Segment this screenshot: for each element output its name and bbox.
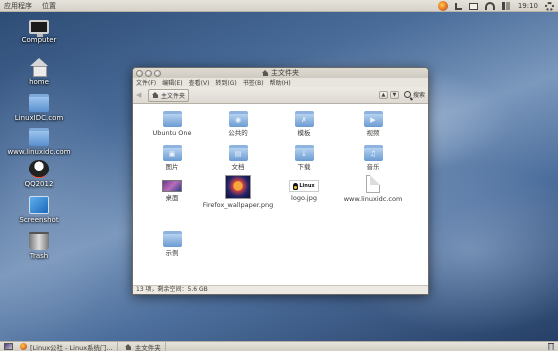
- breadcrumb-label: 主文件夹: [161, 92, 186, 100]
- window-titlebar[interactable]: 主文件夹: [133, 68, 428, 78]
- places-menu[interactable]: 位置: [42, 1, 56, 11]
- file-item[interactable]: 示例: [141, 231, 203, 257]
- status-bar: 13 项，剩余空间：5.6 GB: [133, 285, 428, 294]
- menu-help[interactable]: 帮助(H): [270, 78, 291, 87]
- desktop-icon-label: home: [29, 78, 49, 86]
- menu-edit[interactable]: 编辑(E): [162, 78, 182, 87]
- desktop-icon-label: Trash: [29, 252, 49, 260]
- nav-down-button[interactable]: ▼: [389, 90, 399, 99]
- desktop-icon-label: www.linuxidc.com: [7, 148, 71, 156]
- home-icon: [152, 92, 159, 98]
- file-item[interactable]: ♫ 音乐: [342, 145, 404, 171]
- desktop-image-icon: [162, 180, 182, 192]
- desktop-icon-label: QQ2012: [24, 180, 54, 188]
- qq-icon: [29, 160, 49, 178]
- menu-bookmarks[interactable]: 书签(B): [243, 78, 264, 87]
- home-folder-icon: [29, 58, 49, 77]
- system-tray: 19:10: [437, 0, 554, 12]
- templates-folder-icon: ✗: [294, 111, 314, 127]
- wifi-icon[interactable]: [484, 2, 495, 10]
- nav-up-button[interactable]: ▲: [378, 90, 388, 99]
- file-manager-window: 主文件夹 文件(F) 编辑(E) 查看(V) 转到(G) 书签(B) 帮助(H)…: [132, 67, 429, 295]
- file-item[interactable]: ▶ 视频: [342, 111, 404, 137]
- file-item[interactable]: Linux logo.jpg: [273, 177, 335, 202]
- desktop-icon-home[interactable]: home: [4, 58, 74, 86]
- desktop-icon-label: LinuxIDC.com: [14, 114, 64, 122]
- file-item[interactable]: Ubuntu One: [141, 111, 203, 137]
- music-folder-icon: ♫: [363, 145, 383, 161]
- taskbar-item-home-folder[interactable]: 主文件夹: [121, 342, 166, 351]
- firefox-icon: [20, 343, 27, 350]
- desktop-icon-screenshot[interactable]: Screenshot: [4, 196, 74, 224]
- downloads-folder-icon: ↓: [294, 145, 314, 161]
- desktop-icon-qq2012[interactable]: QQ2012: [4, 160, 74, 188]
- desktop-icon-www-linuxidc[interactable]: www.linuxidc.com: [4, 128, 74, 156]
- file-item[interactable]: www.linuxidc.com: [342, 175, 404, 203]
- menu-file[interactable]: 文件(F): [136, 78, 156, 87]
- clock[interactable]: 19:10: [518, 2, 538, 10]
- applications-menu[interactable]: 应用程序: [4, 1, 32, 11]
- power-gear-icon[interactable]: [545, 1, 554, 11]
- logo-thumbnail-icon: Linux: [289, 180, 319, 192]
- menu-bar: 文件(F) 编辑(E) 查看(V) 转到(G) 书签(B) 帮助(H): [133, 78, 428, 87]
- home-icon: [124, 343, 132, 350]
- desktop-icon-trash[interactable]: Trash: [4, 232, 74, 260]
- show-desktop-icon[interactable]: [4, 343, 13, 350]
- folder-icon: ◉: [228, 111, 248, 127]
- image-thumbnail-icon: [225, 175, 251, 199]
- home-icon: [262, 70, 269, 76]
- toolbar: ◀ 主文件夹 ▲ ▼ 搜索: [133, 87, 428, 104]
- back-arrow-icon[interactable]: ◀: [136, 91, 142, 99]
- desktop-icon-linuxidc[interactable]: LinuxIDC.com: [4, 94, 74, 122]
- screenshot-app-icon: [29, 196, 49, 214]
- documents-folder-icon: ▤: [228, 145, 248, 161]
- desktop-icon-label: Computer: [21, 36, 57, 44]
- examples-folder-icon: [162, 231, 182, 247]
- window-title: 主文件夹: [133, 68, 428, 78]
- file-item[interactable]: ↓ 下载: [273, 145, 335, 171]
- volume-icon[interactable]: [501, 2, 511, 10]
- computer-icon: [29, 20, 49, 37]
- breadcrumb[interactable]: 主文件夹: [148, 88, 190, 102]
- file-grid: Ubuntu One ◉ 公共的 ✗ 模板 ▶ 视频 ▣ 图片 ▤ 文档 ↓ 下…: [133, 105, 428, 285]
- folder-icon: [162, 111, 182, 127]
- videos-folder-icon: ▶: [363, 111, 383, 127]
- file-item[interactable]: ▤ 文档: [207, 145, 269, 171]
- mail-icon[interactable]: [468, 2, 478, 10]
- desktop-icon-computer[interactable]: Computer: [4, 20, 74, 44]
- file-item[interactable]: ▣ 图片: [141, 145, 203, 171]
- tux-icon: [293, 182, 299, 190]
- trash-applet-icon[interactable]: [548, 343, 554, 350]
- pictures-folder-icon: ▣: [162, 145, 182, 161]
- file-item[interactable]: ✗ 模板: [273, 111, 335, 137]
- desktop-icon-label: Screenshot: [19, 216, 59, 224]
- network-icon[interactable]: [454, 2, 462, 10]
- search-label[interactable]: 搜索: [413, 90, 425, 99]
- top-panel: 应用程序 位置 19:10: [0, 0, 558, 12]
- trash-icon: [29, 232, 49, 250]
- folder-icon: [29, 128, 49, 146]
- bottom-panel: [Linux公社 - Linux系统门... 主文件夹: [0, 341, 558, 351]
- search-icon[interactable]: [403, 91, 411, 98]
- file-item[interactable]: ◉ 公共的: [207, 111, 269, 137]
- menu-go[interactable]: 转到(G): [215, 78, 236, 87]
- file-item[interactable]: Firefox_wallpaper.png: [203, 175, 273, 209]
- firefox-tray-icon[interactable]: [437, 1, 448, 11]
- taskbar-item-firefox[interactable]: [Linux公社 - Linux系统门...: [16, 342, 118, 351]
- document-icon: [366, 175, 380, 193]
- folder-icon: [29, 94, 49, 112]
- file-item[interactable]: 桌面: [141, 177, 203, 202]
- menu-view[interactable]: 查看(V): [189, 78, 210, 87]
